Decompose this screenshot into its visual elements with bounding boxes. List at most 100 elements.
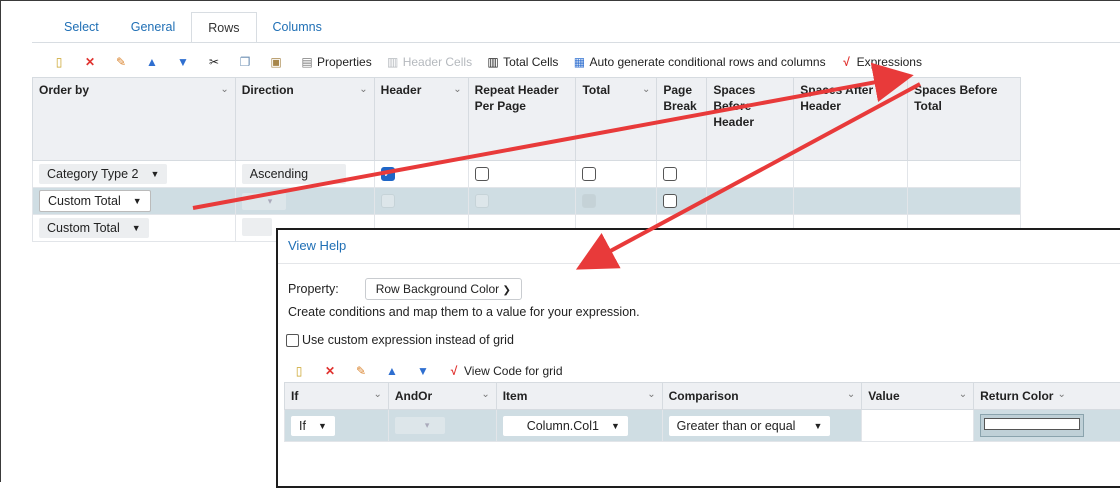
new-icon: ▯ (52, 55, 66, 69)
view-code-label: View Code for grid (464, 364, 563, 378)
header-cells-label: Header Cells (403, 55, 472, 69)
copy-icon: ❐ (238, 55, 252, 69)
col-spaces-before-header[interactable]: Spaces Before Header (707, 78, 794, 161)
property-row: Property: Row Background Color ❯ (288, 278, 522, 300)
col-spaces-before-total[interactable]: Spaces Before Total (908, 78, 1021, 161)
order-by-select[interactable]: Category Type 2▼ (39, 164, 167, 184)
col-repeat-header[interactable]: Repeat Header Per Page (468, 78, 576, 161)
view-help-link[interactable]: View Help (288, 238, 346, 253)
col-total[interactable]: Total⌄ (576, 78, 657, 161)
properties-icon: ▤ (300, 55, 314, 69)
clear-button[interactable]: ✎ (114, 55, 131, 69)
copy-button[interactable]: ❐ (238, 55, 255, 69)
caret-down-icon: ▼ (813, 421, 822, 431)
new-icon: ▯ (292, 364, 306, 378)
col-page-break[interactable]: Page Break (657, 78, 707, 161)
new-row-button[interactable]: ▯ (292, 364, 309, 378)
move-up-button[interactable]: ▲ (145, 55, 162, 69)
move-down-button[interactable]: ▼ (176, 55, 193, 69)
new-row-button[interactable]: ▯ (52, 55, 69, 69)
chevron-down-icon[interactable]: ⌄ (453, 82, 461, 98)
delete-button[interactable]: ✕ (323, 364, 340, 378)
tab-rows[interactable]: Rows (191, 12, 256, 43)
total-cells-icon: ▥ (486, 55, 500, 69)
value-cell[interactable] (862, 410, 974, 442)
item-select[interactable]: Column.Col1▼ (503, 416, 628, 436)
direction-select[interactable]: ▾ (242, 193, 286, 210)
chevron-down-icon[interactable]: ⌄ (847, 389, 855, 403)
expressions-button[interactable]: √Expressions (840, 55, 922, 69)
col-comparison[interactable]: Comparison⌄ (662, 383, 862, 410)
chevron-down-icon[interactable]: ⌄ (481, 389, 489, 403)
chevron-down-icon[interactable]: ⌄ (1057, 389, 1065, 403)
color-swatch[interactable] (984, 418, 1080, 430)
arrow-up-icon: ▲ (145, 55, 159, 69)
header-cells-icon: ▥ (386, 55, 400, 69)
properties-button[interactable]: ▤Properties (300, 55, 372, 69)
chevron-down-icon[interactable]: ⌄ (642, 82, 650, 98)
custom-expression-option[interactable]: Use custom expression instead of grid (286, 333, 514, 347)
paste-icon: ▣ (269, 55, 283, 69)
comparison-select[interactable]: Greater than or equal▼ (669, 416, 831, 436)
chevron-down-icon[interactable]: ⌄ (959, 389, 967, 403)
page-break-checkbox[interactable] (663, 167, 677, 181)
order-by-select[interactable]: Custom Total▼ (39, 190, 151, 212)
page-break-checkbox[interactable] (663, 194, 677, 208)
dialog-description: Create conditions and map them to a valu… (288, 305, 640, 319)
total-checkbox[interactable] (582, 167, 596, 181)
conditions-toolbar: ▯ ✕ ✎ ▲ ▼ √View Code for grid (292, 361, 577, 381)
col-return-color[interactable]: Return Color⌄ (974, 383, 1120, 410)
chevron-down-icon[interactable]: ⌄ (220, 82, 228, 98)
repeat-header-checkbox[interactable] (475, 167, 489, 181)
col-andor[interactable]: AndOr⌄ (388, 383, 496, 410)
dialog-divider (278, 263, 1120, 264)
tab-columns[interactable]: Columns (257, 12, 338, 42)
chevron-down-icon[interactable]: ⌄ (647, 389, 655, 403)
col-spaces-after-header[interactable]: Spaces After Header (794, 78, 908, 161)
header-checkbox[interactable]: ✓ (381, 167, 395, 181)
property-select[interactable]: Row Background Color ❯ (365, 278, 522, 300)
expressions-label: Expressions (857, 55, 922, 69)
auto-generate-label: Auto generate conditional rows and colum… (589, 55, 825, 69)
auto-generate-button[interactable]: ▦Auto generate conditional rows and colu… (572, 55, 825, 69)
table-row[interactable]: If▼ ▾ Column.Col1▼ Greater than or equal… (285, 410, 1120, 442)
col-direction[interactable]: Direction⌄ (235, 78, 374, 161)
table-row[interactable]: Custom Total▼ ▾ (33, 188, 1021, 215)
table-grid-icon: ▦ (572, 55, 586, 69)
paste-button[interactable]: ▣ (269, 55, 286, 69)
andor-select[interactable]: ▾ (395, 417, 445, 434)
col-value[interactable]: Value⌄ (862, 383, 974, 410)
conditions-grid: If⌄ AndOr⌄ Item⌄ Comparison⌄ Value⌄ Retu… (284, 382, 1120, 442)
header-cells-button[interactable]: ▥Header Cells (386, 55, 472, 69)
order-by-select[interactable]: Custom Total▼ (39, 218, 149, 238)
total-cells-button[interactable]: ▥Total Cells (486, 55, 558, 69)
eraser-icon: ✎ (114, 55, 128, 69)
rows-grid: Order by⌄ Direction⌄ Header⌄ Repeat Head… (32, 77, 1021, 242)
col-if[interactable]: If⌄ (285, 383, 389, 410)
tab-select[interactable]: Select (48, 12, 115, 42)
custom-expression-checkbox[interactable] (286, 334, 299, 347)
view-code-button[interactable]: √View Code for grid (447, 364, 563, 378)
chevron-down-icon[interactable]: ⌄ (359, 82, 367, 98)
chevron-down-icon[interactable]: ⌄ (373, 389, 381, 403)
caret-down-icon: ▼ (132, 223, 141, 233)
if-select[interactable]: If▼ (291, 416, 335, 436)
direction-select[interactable] (242, 218, 272, 236)
delete-button[interactable]: ✕ (83, 55, 100, 69)
col-order-by[interactable]: Order by⌄ (33, 78, 236, 161)
direction-select[interactable]: Ascending (242, 164, 346, 184)
cut-button[interactable]: ✂ (207, 55, 224, 69)
tab-general[interactable]: General (115, 12, 191, 42)
col-item[interactable]: Item⌄ (496, 383, 662, 410)
move-up-button[interactable]: ▲ (385, 364, 402, 378)
arrow-down-icon: ▼ (176, 55, 190, 69)
col-header[interactable]: Header⌄ (374, 78, 468, 161)
header-checkbox[interactable] (381, 194, 395, 208)
repeat-header-checkbox[interactable] (475, 194, 489, 208)
rows-toolbar: ▯ ✕ ✎ ▲ ▼ ✂ ❐ ▣ ▤Properties ▥Header Cell… (52, 52, 936, 72)
total-checkbox[interactable] (582, 194, 596, 208)
clear-button[interactable]: ✎ (354, 364, 371, 378)
move-down-button[interactable]: ▼ (416, 364, 433, 378)
return-color-cell[interactable] (974, 410, 1120, 442)
table-row[interactable]: Category Type 2▼ Ascending ✓ (33, 161, 1021, 188)
